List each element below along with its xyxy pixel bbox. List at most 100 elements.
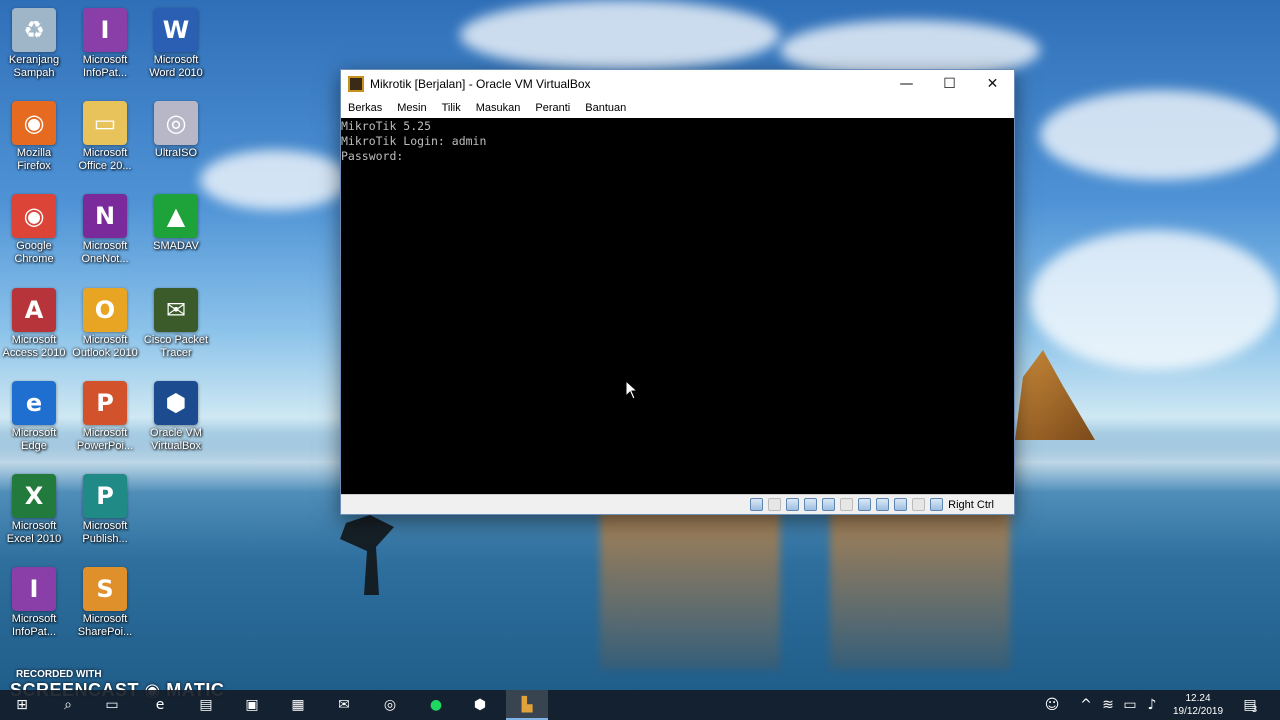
people-icon[interactable]: ☺ — [1042, 695, 1062, 715]
desktop-shortcut[interactable]: ◉ Google Chrome — [0, 194, 70, 266]
virtualbox-window[interactable]: Mikrotik [Berjalan] - Oracle VM VirtualB… — [340, 69, 1015, 515]
taskbar-clock[interactable]: 12.24 19/12/2019 — [1168, 692, 1228, 718]
mail-icon[interactable]: ✉ — [334, 695, 354, 715]
packet-tracer-icon: ✉ — [154, 288, 198, 332]
watermark-line1: RECORDED WITH — [16, 669, 102, 680]
desktop-shortcut-label: Microsoft Edge — [11, 427, 57, 452]
display-icon[interactable] — [858, 498, 872, 511]
desktop-shortcut[interactable]: ⬢ Oracle VM VirtualBox — [140, 381, 212, 453]
taskbar: ⊞ ⌕ ▭ e ▤ ▣ ▦ ✉ ◎ ● ⬢ ▙ ☺ ^ ≋ ▭ ♪ 12.24 … — [0, 690, 1280, 720]
media-player-icon[interactable]: ◎ — [380, 695, 400, 715]
desktop-shortcut-label: Microsoft InfoPat... — [82, 54, 128, 79]
vm-console-screen[interactable]: MikroTik 5.25 MikroTik Login: admin Pass… — [341, 118, 1014, 496]
desktop-shortcut[interactable]: I Microsoft InfoPat... — [0, 567, 70, 639]
word-icon: W — [154, 8, 198, 52]
desktop-shortcut[interactable]: P Microsoft Publish... — [69, 474, 141, 546]
console-line: MikroTik Login: admin — [341, 134, 487, 148]
menu-tilik[interactable]: Tilik — [442, 102, 461, 114]
battery-icon[interactable]: ▭ — [1120, 695, 1140, 715]
menu-bar: Berkas Mesin Tilik Masukan Peranti Bantu… — [341, 98, 1014, 118]
shared-folder-icon[interactable] — [840, 498, 854, 511]
recycle-bin-icon: ♻ — [12, 8, 56, 52]
desktop-shortcut-label: UltraISO — [154, 147, 198, 159]
desktop-shortcut[interactable]: O Microsoft Outlook 2010 — [69, 288, 141, 360]
ultraiso-icon: ◎ — [154, 101, 198, 145]
spotify-icon[interactable]: ● — [426, 695, 446, 715]
close-button[interactable]: ✕ — [971, 70, 1014, 98]
window-titlebar[interactable]: Mikrotik [Berjalan] - Oracle VM VirtualB… — [341, 70, 1014, 98]
desktop-shortcut-label: Microsoft Outlook 2010 — [72, 334, 138, 359]
wallpaper-person-reflection — [340, 515, 394, 595]
desktop-shortcut[interactable]: ◎ UltraISO — [140, 101, 212, 160]
store-icon[interactable]: ▣ — [242, 695, 262, 715]
outlook-icon: O — [83, 288, 127, 332]
window-title: Mikrotik [Berjalan] - Oracle VM VirtualB… — [370, 77, 591, 91]
file-explorer-icon[interactable]: ▤ — [196, 695, 216, 715]
console-line: Password: — [341, 149, 404, 163]
desktop-shortcut[interactable]: A Microsoft Access 2010 — [0, 288, 70, 360]
edge-taskbar-icon[interactable]: e — [150, 695, 170, 715]
desktop-shortcut-label: Microsoft PowerPoi... — [76, 427, 134, 452]
desktop-shortcut[interactable]: ✉ Cisco Packet Tracer — [140, 288, 212, 360]
host-key-label: Right Ctrl — [948, 498, 994, 511]
virtualbox-taskbar-icon[interactable]: ⬢ — [470, 695, 490, 715]
chevron-up-icon[interactable]: ^ — [1076, 695, 1096, 715]
menu-berkas[interactable]: Berkas — [348, 102, 382, 114]
desktop-shortcut[interactable]: ▭ Microsoft Office 20... — [69, 101, 141, 173]
office-folder-icon: ▭ — [83, 101, 127, 145]
audio-icon[interactable] — [786, 498, 800, 511]
desktop-shortcut-label: SMADAV — [153, 240, 199, 252]
network-icon[interactable] — [804, 498, 818, 511]
usb-icon[interactable] — [822, 498, 836, 511]
desktop-shortcut-label: Microsoft Access 2010 — [2, 334, 66, 359]
infopath-icon: I — [12, 567, 56, 611]
wifi-icon[interactable]: ≋ — [1098, 695, 1118, 715]
desktop-shortcut-label: Cisco Packet Tracer — [143, 334, 209, 359]
menu-mesin[interactable]: Mesin — [397, 102, 426, 114]
desktop-shortcut[interactable]: ◉ Mozilla Firefox — [0, 101, 70, 173]
notification-count: 3 — [1252, 704, 1258, 714]
volume-icon[interactable]: ♪ — [1142, 695, 1162, 715]
powerpoint-icon: P — [83, 381, 127, 425]
gift-icon[interactable]: ▦ — [288, 695, 308, 715]
publisher-icon: P — [83, 474, 127, 518]
search-icon[interactable]: ⌕ — [58, 695, 78, 715]
mikrotik-task-icon: ▙ — [521, 697, 533, 713]
optical-drive-icon[interactable] — [768, 498, 782, 511]
virtualbox-app-icon — [348, 76, 364, 92]
mouse-integration-icon[interactable] — [912, 498, 926, 511]
sharepoint-icon: S — [83, 567, 127, 611]
edge-icon: e — [12, 381, 56, 425]
minimize-button[interactable]: — — [885, 70, 928, 98]
keyboard-capture-icon[interactable] — [930, 498, 944, 511]
excel-icon: X — [12, 474, 56, 518]
smadav-icon: ▲ — [154, 194, 198, 238]
desktop-shortcut[interactable]: X Microsoft Excel 2010 — [0, 474, 70, 546]
desktop-shortcut[interactable]: W Microsoft Word 2010 — [140, 8, 212, 80]
cpu-icon[interactable] — [894, 498, 908, 511]
start-icon[interactable]: ⊞ — [12, 695, 32, 715]
desktop-shortcut[interactable]: N Microsoft OneNot... — [69, 194, 141, 266]
desktop-shortcut-label: Microsoft SharePoi... — [77, 613, 133, 638]
desktop-shortcut[interactable]: I Microsoft InfoPat... — [69, 8, 141, 80]
menu-bantuan[interactable]: Bantuan — [585, 102, 626, 114]
task-view-icon[interactable]: ▭ — [102, 695, 122, 715]
onenote-icon: N — [83, 194, 127, 238]
desktop-shortcut-label: Microsoft InfoPat... — [11, 613, 57, 638]
recording-icon[interactable] — [876, 498, 890, 511]
desktop-shortcut[interactable]: ♻ Keranjang Sampah — [0, 8, 70, 80]
desktop-shortcut[interactable]: e Microsoft Edge — [0, 381, 70, 453]
firefox-icon: ◉ — [12, 101, 56, 145]
virtualbox-icon: ⬢ — [154, 381, 198, 425]
menu-masukan[interactable]: Masukan — [476, 102, 521, 114]
menu-peranti[interactable]: Peranti — [535, 102, 570, 114]
clock-time: 12.24 — [1185, 693, 1211, 704]
desktop-shortcut-label: Google Chrome — [14, 240, 54, 265]
desktop-shortcut[interactable]: ▲ SMADAV — [140, 194, 212, 253]
infopath-icon: I — [83, 8, 127, 52]
desktop-shortcut[interactable]: S Microsoft SharePoi... — [69, 567, 141, 639]
desktop-shortcut[interactable]: P Microsoft PowerPoi... — [69, 381, 141, 453]
desktop-shortcut-label: Oracle VM VirtualBox — [150, 427, 202, 452]
maximize-button[interactable]: ☐ — [928, 70, 971, 98]
hard-disk-icon[interactable] — [750, 498, 764, 511]
